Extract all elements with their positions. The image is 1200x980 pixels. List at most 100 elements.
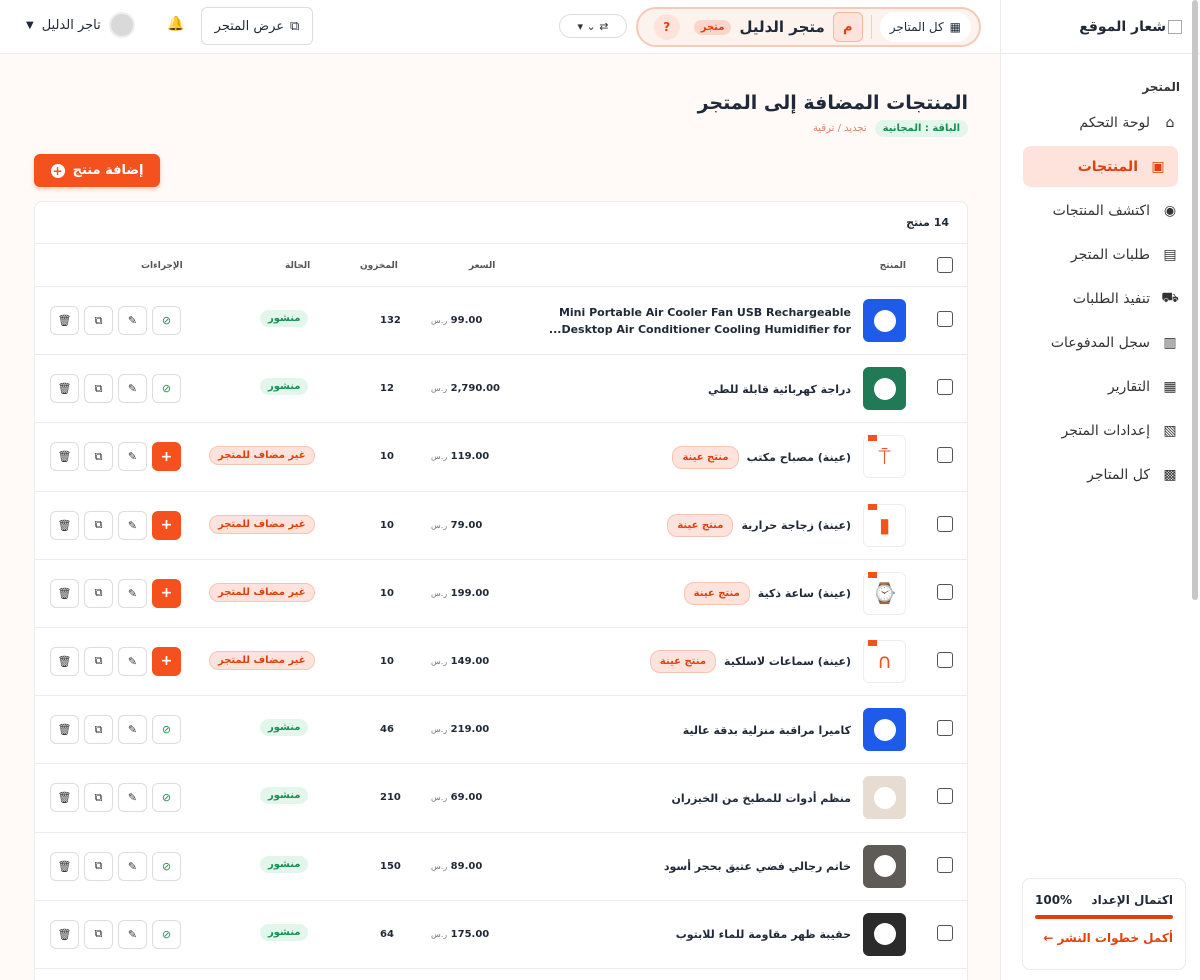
topbar: ▦ كل المتاجر م متجر الدليل متجر ? ⇄ ⌄ ▾ … [0, 0, 1000, 54]
product-name-cell[interactable]: (عينة) زجاجة حرارية منتج عينة [667, 492, 851, 560]
open-external-button[interactable]: ⧉ [84, 578, 113, 608]
setup-progress-bar [1035, 915, 1173, 919]
trash-icon: 🗑 [57, 586, 72, 600]
open-external-button[interactable]: ⧉ [84, 851, 113, 881]
edit-button[interactable]: ✎ [118, 374, 147, 404]
row-checkbox[interactable] [937, 856, 953, 873]
edit-button[interactable]: ✎ [118, 715, 147, 745]
table-row: دراجة كهربائية قابلة للطي 2,790.00 ر.س 12 م… [35, 355, 967, 424]
row-checkbox[interactable] [937, 583, 953, 600]
open-external-button[interactable]: ⧉ [84, 374, 113, 404]
open-external-button[interactable]: ⧉ [84, 510, 113, 540]
view-store-button[interactable]: ⧉ عرض المتجر [201, 7, 313, 45]
edit-button[interactable]: ✎ [118, 578, 147, 608]
delete-button[interactable]: 🗑 [50, 578, 79, 608]
edit-button[interactable]: ✎ [118, 442, 147, 472]
caret-down-icon: ▼ [26, 19, 34, 31]
renew-upgrade-link[interactable]: تجديد / ترقية [813, 123, 867, 134]
add-product-button[interactable]: إضافة منتج + [34, 154, 160, 187]
hide-product-button[interactable]: ⊘ [152, 851, 181, 881]
delete-button[interactable]: 🗑 [50, 919, 79, 949]
all-stores-button[interactable]: ▦ كل المتاجر [879, 12, 971, 42]
site-logo[interactable]: شعار الموقع [1001, 0, 1200, 54]
hide-product-button[interactable]: ⊘ [152, 919, 181, 949]
sidebar-item-8[interactable]: ▩ كل المتاجر [1023, 454, 1190, 495]
open-external-button[interactable]: ⧉ [84, 715, 113, 745]
edit-button[interactable]: ✎ [118, 783, 147, 813]
row-checkbox[interactable] [937, 788, 953, 805]
select-all-checkbox[interactable] [937, 257, 953, 273]
hide-product-button[interactable]: ⊘ [152, 306, 181, 335]
row-checkbox[interactable] [937, 720, 953, 737]
product-name-cell[interactable]: منظم أدوات للمطبخ من الخيزران [671, 764, 851, 832]
delete-button[interactable]: 🗑 [50, 442, 79, 472]
product-name-cell[interactable]: (عينة) سماعات لاسلكية منتج عينة [649, 628, 851, 696]
edit-button[interactable]: ✎ [118, 851, 147, 881]
product-name-cell[interactable]: دراجة كهربائية قابلة للطي [708, 355, 851, 423]
sidebar-item-2[interactable]: ◉ اكتشف المنتجات [1023, 190, 1190, 231]
hide-product-button[interactable]: ⊘ [152, 715, 181, 745]
store-initial-icon: م [832, 12, 863, 42]
edit-button[interactable]: ✎ [118, 919, 147, 949]
status-badge: غير مضاف للمتجر [209, 514, 315, 534]
edit-button[interactable]: ✎ [118, 306, 147, 335]
row-checkbox[interactable] [937, 447, 953, 464]
sidebar-item-6[interactable]: ▦ التقارير [1023, 366, 1190, 407]
product-name: (عينة) مصباح مكتب [746, 450, 851, 464]
table-row: ∩ (عينة) سماعات لاسلكية منتج عينة 149.00 ر.… [35, 628, 967, 697]
sidebar-item-1[interactable]: ▣ المنتجات [1023, 146, 1178, 187]
sidebar-item-3[interactable]: ▤ طلبات المتجر [1023, 234, 1190, 275]
sidebar-item-5[interactable]: ▥ سجل المدفوعات [1023, 322, 1190, 363]
delete-button[interactable]: 🗑 [50, 306, 79, 335]
store-switcher-pill[interactable]: ▦ كل المتاجر م متجر الدليل متجر ? [636, 7, 981, 47]
row-checkbox[interactable] [937, 515, 953, 532]
add-to-store-button[interactable]: + [152, 646, 181, 676]
delete-button[interactable]: 🗑 [50, 374, 79, 404]
hide-product-button[interactable]: ⊘ [152, 783, 181, 813]
row-checkbox[interactable] [937, 651, 953, 668]
edit-button[interactable]: ✎ [118, 510, 147, 540]
products-table: 14 منتج المنتج السعر المخزون الحالة الإج… [34, 201, 968, 980]
add-to-store-button[interactable]: + [152, 442, 181, 472]
product-image-icon [873, 377, 896, 400]
delete-button[interactable]: 🗑 [50, 510, 79, 540]
product-name-cell[interactable]: حقيبة ظهر مقاومة للماء للابتوب [676, 901, 851, 969]
bell-icon[interactable]: 🔔 [167, 16, 184, 32]
avatar [108, 12, 135, 38]
delete-button[interactable]: 🗑 [50, 783, 79, 813]
product-name: دراجة كهربائية قابلة للطي [708, 382, 851, 396]
complete-steps-link[interactable]: أكمل خطوات النشر ← [1035, 931, 1173, 945]
delete-button[interactable]: 🗑 [50, 851, 79, 881]
product-price: 99.00 ر.س [431, 315, 482, 326]
page-scrollbar[interactable] [1192, 0, 1198, 600]
row-checkbox[interactable] [937, 311, 953, 327]
row-checkbox[interactable] [937, 924, 953, 941]
open-external-button[interactable]: ⧉ [84, 919, 113, 949]
open-external-button[interactable]: ⧉ [84, 646, 113, 676]
product-image-icon [873, 718, 896, 741]
open-external-button[interactable]: ⧉ [84, 783, 113, 813]
sample-product-badge: منتج عينة [672, 445, 739, 469]
row-checkbox[interactable] [937, 379, 953, 396]
delete-button[interactable]: 🗑 [50, 646, 79, 676]
help-icon[interactable]: ? [653, 14, 680, 40]
product-name-cell[interactable]: كاميرا مراقبة منزلية بدقة عالية [683, 696, 851, 764]
delete-button[interactable]: 🗑 [50, 715, 79, 745]
product-name-cell[interactable]: خاتم رجالي فضي عتيق بحجر أسود [664, 833, 851, 901]
product-name-cell[interactable]: Mini Portable Air Cooler Fan USB Recharg… [531, 287, 851, 355]
add-to-store-button[interactable]: + [152, 510, 181, 540]
product-name-cell[interactable]: (عينة) مصباح مكتب منتج عينة [672, 423, 851, 491]
store-switch-dropdown[interactable]: ⇄ ⌄ ▾ [559, 14, 627, 38]
user-menu[interactable]: تاجر الدليل ▼ [26, 12, 135, 38]
hide-product-button[interactable]: ⊘ [152, 374, 181, 404]
add-to-store-button[interactable]: + [152, 578, 181, 608]
sidebar-item-7[interactable]: ▧ إعدادات المتجر [1023, 410, 1190, 451]
sidebar-item-4[interactable]: ⛟ تنفيذ الطلبات [1023, 278, 1190, 319]
product-thumbnail [863, 844, 906, 888]
product-name-cell[interactable]: (عينة) ساعة ذكية منتج عينة [683, 560, 851, 628]
open-external-button[interactable]: ⧉ [84, 442, 113, 472]
open-external-button[interactable]: ⧉ [84, 306, 113, 335]
sidebar-item-0[interactable]: ⌂ لوحة التحكم [1023, 102, 1190, 143]
edit-button[interactable]: ✎ [118, 646, 147, 676]
user-name: تاجر الدليل [41, 17, 101, 33]
